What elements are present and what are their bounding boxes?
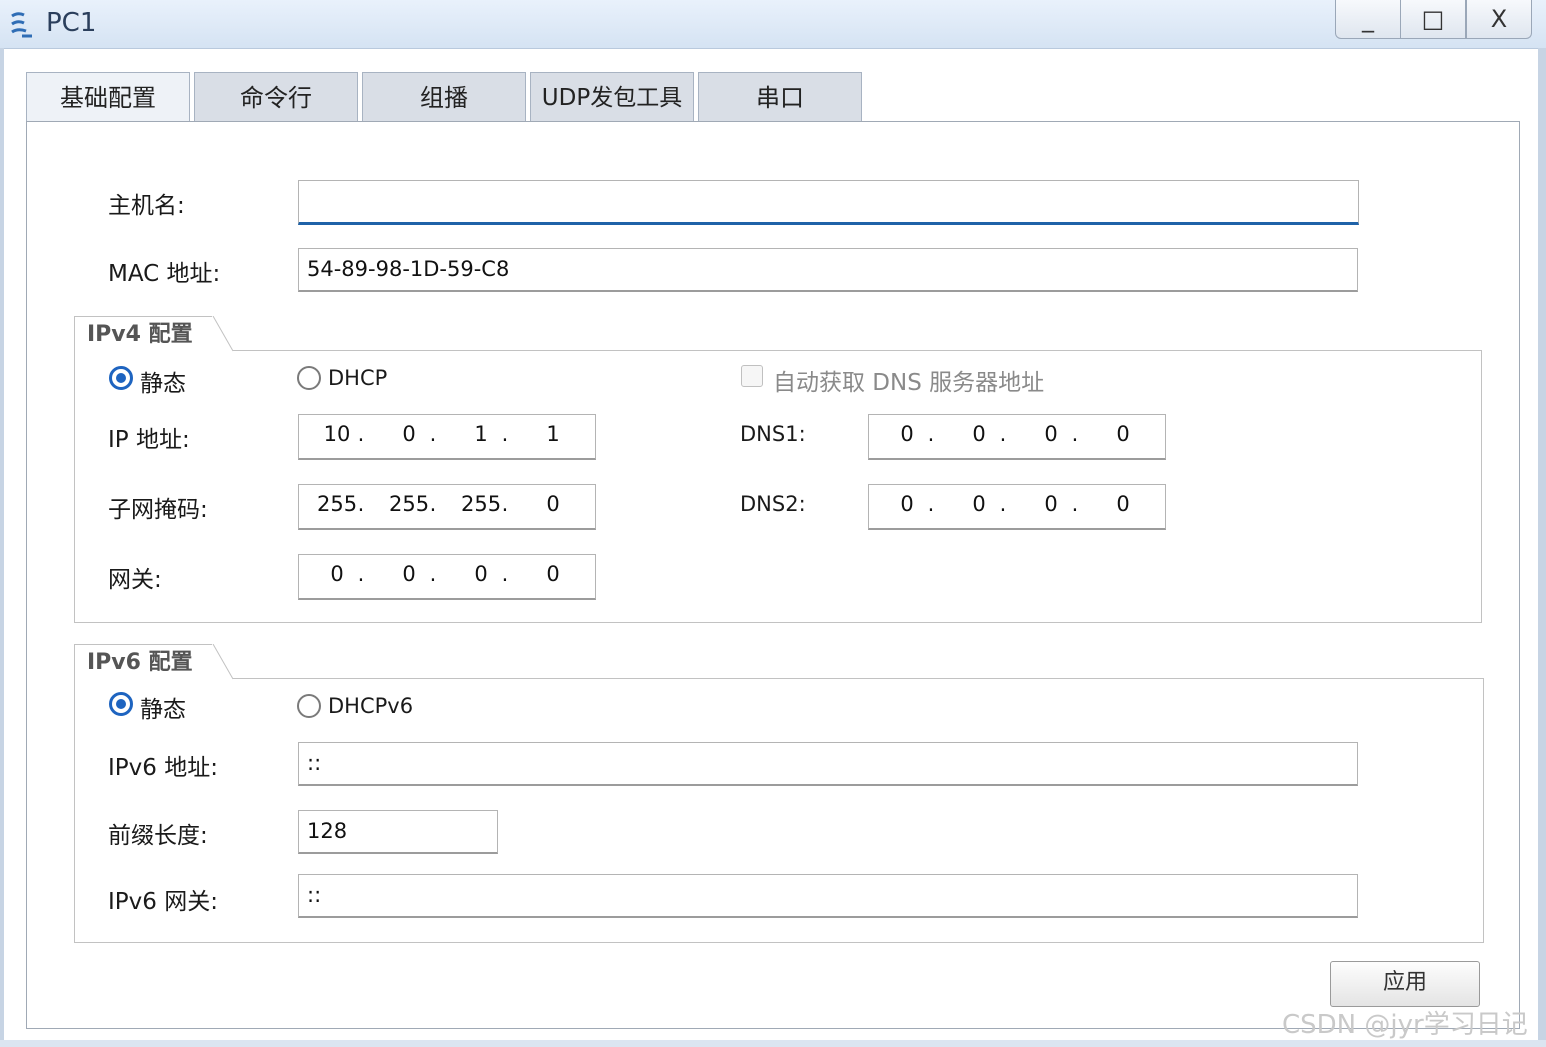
dns2-dot: .	[999, 492, 1007, 516]
subnet-mask-field[interactable]: 255 . 255 . 255 . 0	[298, 484, 596, 530]
window-frame-bottom	[0, 1040, 1546, 1047]
gw-octet-4[interactable]: 0	[533, 562, 573, 586]
window-frame-right	[1538, 48, 1546, 1047]
ipv6-dhcp-radio[interactable]	[297, 694, 321, 718]
dns1-label: DNS1:	[740, 422, 806, 446]
prefix-length-field[interactable]: 128	[298, 810, 498, 854]
mask-dot: .	[357, 492, 365, 516]
title-bar: PC1 _ □ X	[0, 0, 1546, 49]
tab-serial-port[interactable]: 串口	[698, 72, 862, 121]
ip-octet-2[interactable]: 0	[389, 422, 429, 446]
dns2-octet-1[interactable]: 0	[887, 492, 927, 516]
ipv6-address-label: IPv6 地址:	[108, 755, 218, 781]
ipv6-static-radio[interactable]	[109, 692, 133, 716]
dns2-octet-2[interactable]: 0	[959, 492, 999, 516]
ipv4-static-radio[interactable]	[109, 366, 133, 390]
ip-dot: .	[357, 422, 365, 446]
gateway-label: 网关:	[108, 567, 162, 593]
dns1-field[interactable]: 0 . 0 . 0 . 0	[868, 414, 1166, 460]
dns1-octet-3[interactable]: 0	[1031, 422, 1071, 446]
mask-octet-3[interactable]: 255	[461, 492, 501, 516]
dns2-octet-4[interactable]: 0	[1103, 492, 1143, 516]
tab-multicast[interactable]: 组播	[362, 72, 526, 121]
ipv4-dhcp-radio[interactable]	[297, 366, 321, 390]
ip-octet-3[interactable]: 1	[461, 422, 501, 446]
dns1-octet-2[interactable]: 0	[959, 422, 999, 446]
minimize-button[interactable]: _	[1335, 0, 1401, 39]
ipv6-tab-corner	[212, 644, 234, 680]
gw-octet-2[interactable]: 0	[389, 562, 429, 586]
dns2-label: DNS2:	[740, 492, 806, 516]
dns2-field[interactable]: 0 . 0 . 0 . 0	[868, 484, 1166, 530]
ipv6-address-field[interactable]: ::	[298, 742, 1358, 786]
dns1-dot: .	[999, 422, 1007, 446]
mac-label: MAC 地址:	[108, 261, 221, 287]
tab-udp-tool[interactable]: UDP发包工具	[530, 72, 694, 121]
ip-address-label: IP 地址:	[108, 427, 190, 453]
ipv6-group-title: IPv6 配置	[74, 644, 214, 680]
mask-dot: .	[501, 492, 509, 516]
ipv4-tab-corner	[212, 316, 234, 352]
ipv6-dhcp-label: DHCPv6	[328, 694, 414, 718]
gw-dot: .	[429, 562, 437, 586]
mask-octet-1[interactable]: 255	[317, 492, 357, 516]
mac-address-field[interactable]: 54-89-98-1D-59-C8	[298, 248, 1358, 292]
gw-dot: .	[501, 562, 509, 586]
ipv6-gateway-field[interactable]: ::	[298, 874, 1358, 918]
close-button[interactable]: X	[1466, 0, 1532, 39]
mask-octet-2[interactable]: 255	[389, 492, 429, 516]
hostname-label: 主机名:	[108, 193, 185, 219]
dns2-dot: .	[1071, 492, 1079, 516]
network-pc-icon	[11, 12, 32, 38]
dns2-octet-3[interactable]: 0	[1031, 492, 1071, 516]
ipv4-static-label: 静态	[140, 371, 186, 397]
gw-octet-3[interactable]: 0	[461, 562, 501, 586]
auto-dns-checkbox	[741, 365, 763, 387]
dns1-octet-1[interactable]: 0	[887, 422, 927, 446]
dns1-octet-4[interactable]: 0	[1103, 422, 1143, 446]
ip-address-field[interactable]: 10 . 0 . 1 . 1	[298, 414, 596, 460]
ipv6-static-label: 静态	[140, 697, 186, 723]
subnet-mask-label: 子网掩码:	[108, 497, 208, 523]
watermark: CSDN @jyr学习日记	[1282, 1010, 1528, 1040]
ip-dot: .	[429, 422, 437, 446]
apply-button[interactable]: 应用	[1330, 961, 1480, 1007]
ipv6-gateway-label: IPv6 网关:	[108, 889, 218, 915]
ip-octet-1[interactable]: 10	[317, 422, 357, 446]
mask-dot: .	[429, 492, 437, 516]
mask-octet-4[interactable]: 0	[533, 492, 573, 516]
gateway-field[interactable]: 0 . 0 . 0 . 0	[298, 554, 596, 600]
gw-octet-1[interactable]: 0	[317, 562, 357, 586]
ip-dot: .	[501, 422, 509, 446]
dns1-dot: .	[927, 422, 935, 446]
tab-basic-config[interactable]: 基础配置	[26, 72, 190, 123]
dns1-dot: .	[1071, 422, 1079, 446]
ipv4-group-title: IPv4 配置	[74, 316, 214, 352]
tab-command-line[interactable]: 命令行	[194, 72, 358, 121]
hostname-input[interactable]	[298, 180, 1359, 225]
dns2-dot: .	[927, 492, 935, 516]
ip-octet-4[interactable]: 1	[533, 422, 573, 446]
ipv4-dhcp-label: DHCP	[328, 366, 388, 390]
prefix-length-label: 前缀长度:	[108, 823, 208, 849]
maximize-button[interactable]: □	[1400, 0, 1466, 39]
window-frame-left	[0, 48, 4, 1047]
auto-dns-label: 自动获取 DNS 服务器地址	[773, 370, 1045, 396]
window-title: PC1	[46, 8, 97, 38]
gw-dot: .	[357, 562, 365, 586]
